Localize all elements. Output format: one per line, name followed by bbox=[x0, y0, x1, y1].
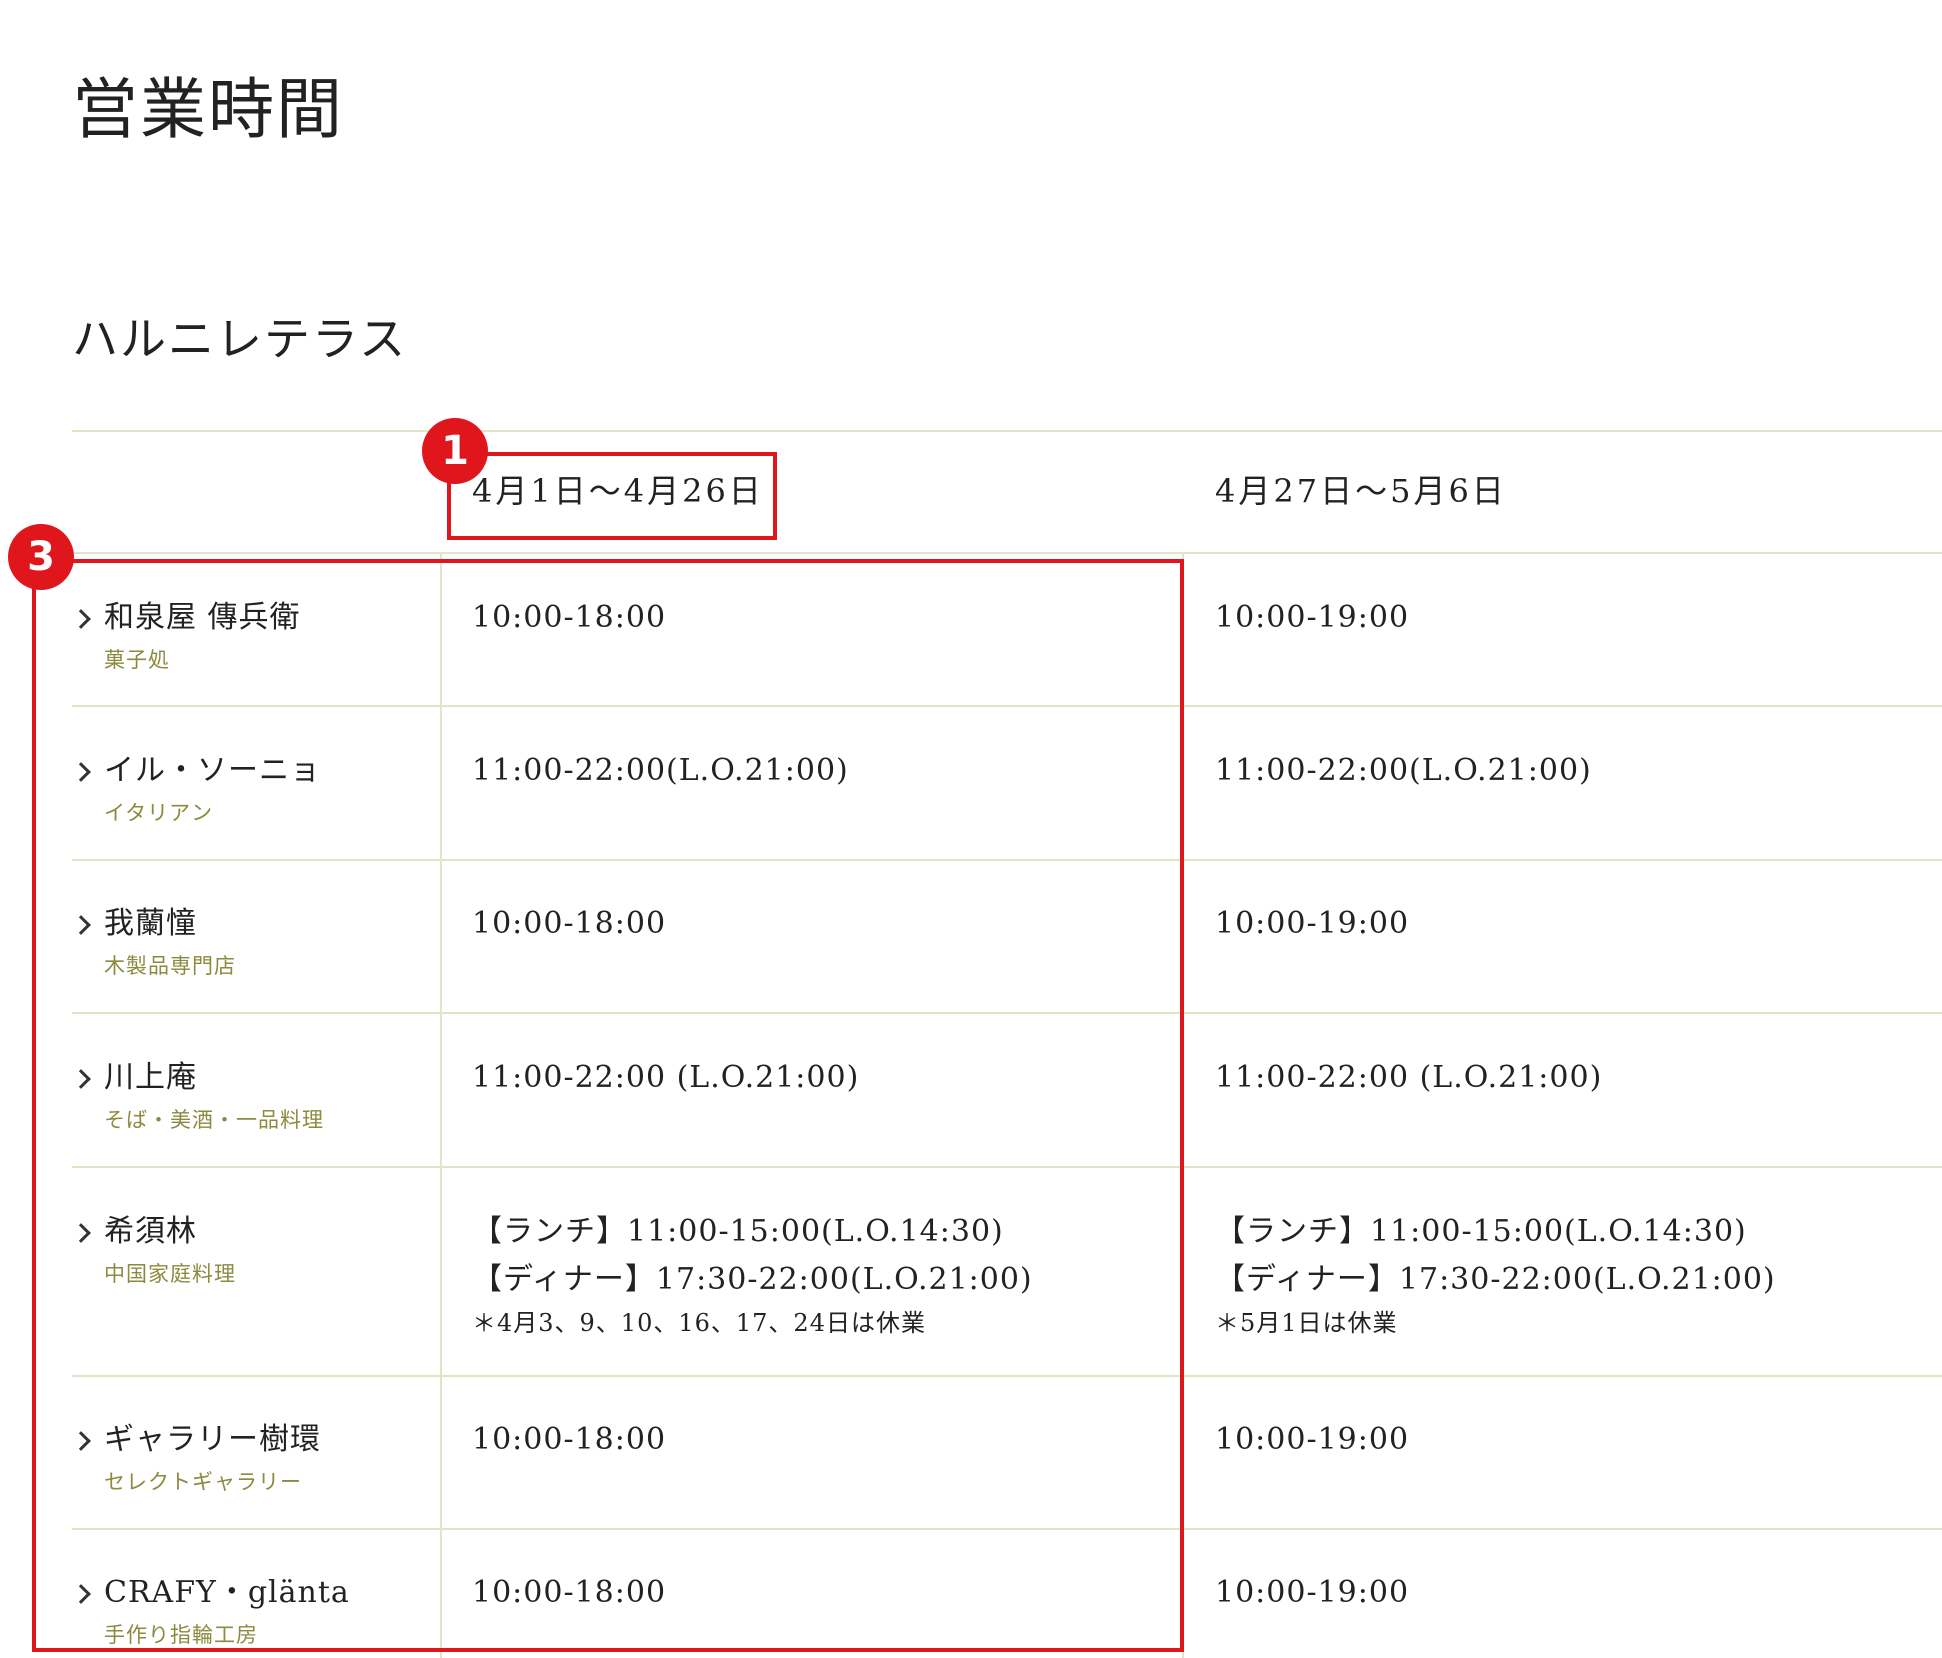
section-title: ハルニレテラス bbox=[72, 312, 408, 366]
hours-period2: 11:00-22:00(L.O.21:00) bbox=[1215, 753, 1592, 788]
page-title: 営業時間 bbox=[72, 71, 344, 148]
hours-period2: 10:00-19:00 bbox=[1215, 1422, 1410, 1457]
hours-period2: 10:00-19:00 bbox=[1215, 1575, 1410, 1610]
closure-note-period2: ＊5月1日は休業 bbox=[1215, 1309, 1398, 1337]
annotation-box-1 bbox=[447, 452, 777, 540]
table-top-divider bbox=[72, 430, 1942, 432]
header-divider bbox=[72, 552, 1942, 554]
hours-period2-dinner: 【ディナー】17:30-22:00(L.O.21:00) bbox=[1215, 1262, 1776, 1297]
annotation-box-3 bbox=[32, 559, 1184, 1652]
hours-period2: 10:00-19:00 bbox=[1215, 600, 1410, 635]
column-header-period2: 4月27日～5月6日 bbox=[1215, 472, 1507, 510]
annotation-badge-3: 3 bbox=[8, 524, 74, 590]
hours-period2: 11:00-22:00 (L.O.21:00) bbox=[1215, 1060, 1603, 1095]
annotation-badge-1: 1 bbox=[422, 418, 488, 484]
hours-period2-lunch: 【ランチ】11:00-15:00(L.O.14:30) bbox=[1215, 1214, 1747, 1249]
hours-period2: 10:00-19:00 bbox=[1215, 906, 1410, 941]
